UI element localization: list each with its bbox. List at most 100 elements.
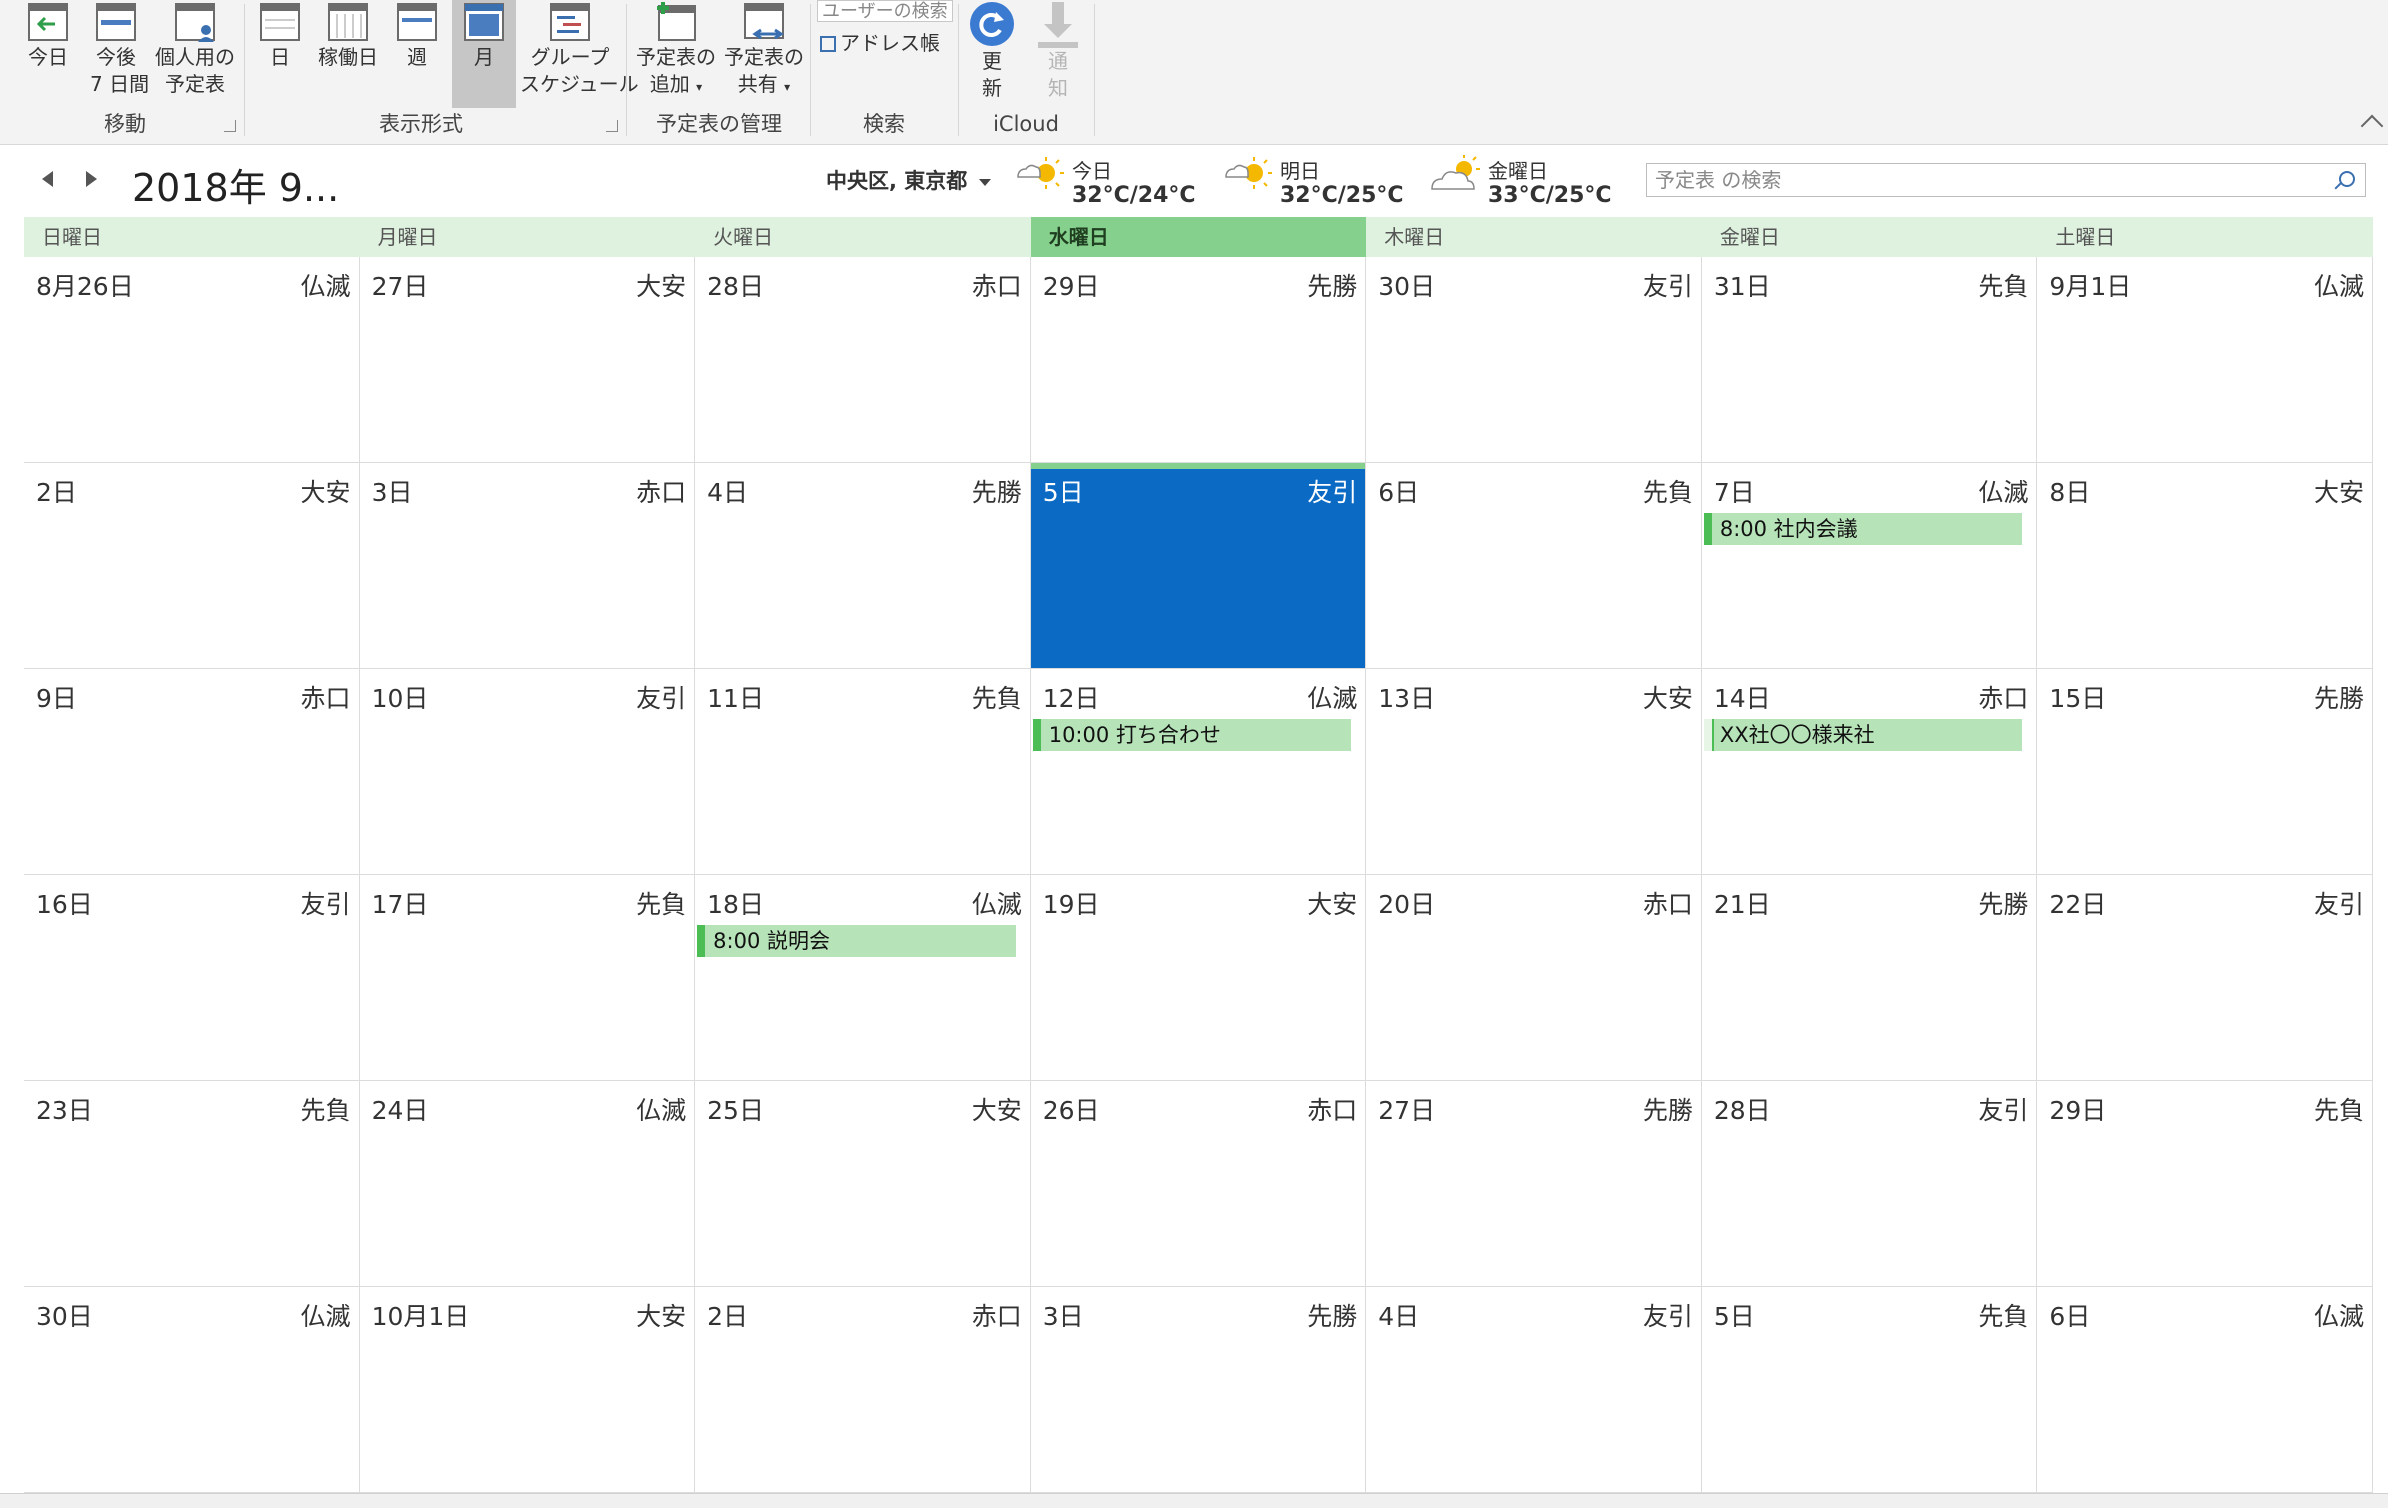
notify-button[interactable]: 通 知 (1030, 0, 1086, 102)
search-icon[interactable] (2339, 171, 2355, 187)
day-cell[interactable]: 22日 友引 (2037, 875, 2373, 1081)
rokuyo-label: 先負 (1642, 478, 1693, 507)
calendar-search-input[interactable] (1647, 164, 2297, 196)
day-cell[interactable]: 24日 仏滅 (359, 1081, 696, 1287)
day-cell[interactable]: 31日 先負 (1701, 257, 2038, 463)
add-calendar-label-2: 追加 ▾ (634, 71, 718, 101)
view-group-launcher-icon[interactable] (606, 120, 618, 132)
day-cell[interactable]: 6日 仏滅 (2037, 1287, 2373, 1493)
day-cell[interactable]: 29日 先負 (2037, 1081, 2373, 1287)
share-calendar-label-text: 共有 (737, 72, 778, 96)
day-cell[interactable]: 10日 友引 (359, 669, 696, 875)
day-cell[interactable]: 8月26日 仏滅 (24, 257, 360, 463)
day-cell[interactable]: 4日 先勝 (695, 463, 1031, 669)
weekday-header: 火曜日 (695, 217, 1031, 257)
group-label-search: 検索 (863, 112, 905, 136)
day-cell[interactable]: 15日 先勝 (2037, 669, 2373, 875)
day-number: 14日 (1713, 684, 1771, 713)
day-cell[interactable]: 19日 大安 (1030, 875, 1367, 1081)
calendar-event[interactable]: 10:00 打ち合わせ (1032, 719, 1352, 751)
day-cell[interactable]: 4日 友引 (1366, 1287, 1702, 1493)
week-view-button[interactable]: 週 (392, 0, 442, 71)
day-cell[interactable]: 27日 先勝 (1366, 1081, 1702, 1287)
day-number: 26日 (1042, 1096, 1100, 1125)
day-cell[interactable]: 27日 大安 (359, 257, 696, 463)
previous-month-icon[interactable] (42, 171, 53, 187)
refresh-button[interactable]: 更 新 (964, 0, 1020, 102)
day-number: 8日 (2049, 478, 2091, 507)
day-cell[interactable]: 2日 大安 (24, 463, 360, 669)
day-cell[interactable]: 29日 先勝 (1030, 257, 1367, 463)
day-view-label: 日 (270, 45, 290, 69)
next-month-icon[interactable] (86, 171, 97, 187)
rokuyo-label: 先勝 (1978, 890, 2029, 919)
day-cell[interactable]: 14日 赤口 XX社〇〇様来社 (1701, 669, 2038, 875)
calendar-event[interactable]: XX社〇〇様来社 (1703, 719, 2023, 751)
day-number: 3日 (1042, 1302, 1084, 1331)
calendar-search-box (1646, 163, 2366, 197)
day-number: 15日 (2049, 684, 2107, 713)
day-number: 6日 (2049, 1302, 2091, 1331)
group-schedule-label-1: グループ (530, 45, 610, 69)
month-view-button[interactable]: 月 (452, 0, 516, 108)
day-cell[interactable]: 25日 大安 (695, 1081, 1031, 1287)
location-selector[interactable]: 中央区, 東京都 (826, 165, 992, 195)
day-cell[interactable]: 30日 友引 (1366, 257, 1702, 463)
day-cell[interactable]: 28日 友引 (1701, 1081, 2038, 1287)
today-button[interactable]: 今日 (20, 0, 76, 71)
day-cell[interactable]: 5日 先負 (1701, 1287, 2038, 1493)
day-cell[interactable]: 9月1日 仏滅 (2037, 257, 2373, 463)
weather-today[interactable]: 今日 32°C/24°C (1014, 151, 1204, 211)
personal-calendar-button[interactable]: 個人用の 予定表 (154, 0, 236, 98)
day-cell[interactable]: 21日 先勝 (1701, 875, 2038, 1081)
day-cell[interactable]: 6日 先負 (1366, 463, 1702, 669)
day-cell[interactable]: 17日 先負 (359, 875, 696, 1081)
day-cell[interactable]: 18日 仏滅 8:00 説明会 (695, 875, 1031, 1081)
rokuyo-label: 赤口 (971, 1302, 1022, 1331)
day-cell[interactable]: 7日 仏滅 8:00 社内会議 (1701, 463, 2038, 669)
day-cell[interactable]: 9日 赤口 (24, 669, 360, 875)
work-week-view-button[interactable]: 稼働日 (314, 0, 382, 71)
day-cell[interactable]: 3日 赤口 (359, 463, 696, 669)
rokuyo-label: 友引 (1307, 478, 1358, 507)
personal-calendar-label-2: 予定表 (165, 72, 225, 96)
cloud-sun-icon (1431, 155, 1480, 190)
next-7-days-icon (96, 3, 136, 41)
day-cell[interactable]: 16日 友引 (24, 875, 360, 1081)
rokuyo-label: 先勝 (1307, 272, 1358, 301)
day-cell[interactable]: 2日 赤口 (695, 1287, 1031, 1493)
day-cell[interactable]: 3日 先勝 (1030, 1287, 1367, 1493)
day-cell[interactable]: 28日 赤口 (695, 257, 1031, 463)
calendar-event[interactable]: 8:00 説明会 (697, 925, 1016, 957)
day-cell[interactable]: 23日 先負 (24, 1081, 360, 1287)
day-cell[interactable]: 20日 赤口 (1366, 875, 1702, 1081)
address-book-button[interactable]: アドレス帳 (820, 30, 940, 56)
week-view-label: 週 (407, 45, 427, 69)
user-search-input[interactable]: ユーザーの検索 (817, 0, 953, 22)
share-calendar-button[interactable]: 予定表の 共有 ▾ (722, 0, 806, 101)
weekday-header: 土曜日 (2037, 217, 2373, 257)
move-group-launcher-icon[interactable] (224, 120, 236, 132)
day-cell[interactable]: 13日 大安 (1366, 669, 1702, 875)
day-number: 28日 (1713, 1096, 1771, 1125)
weekday-header: 金曜日 (1701, 217, 2038, 257)
collapse-ribbon-icon[interactable] (2360, 114, 2384, 138)
day-view-button[interactable]: 日 (256, 0, 304, 71)
weather-day-label: 金曜日 (1488, 159, 1548, 183)
day-cell[interactable]: 30日 仏滅 (24, 1287, 360, 1493)
rokuyo-label: 先負 (636, 890, 687, 919)
group-schedule-button[interactable]: グループ スケジュール (520, 0, 639, 98)
day-cell-today[interactable]: 5日 友引 (1030, 463, 1367, 669)
add-calendar-button[interactable]: 予定表の 追加 ▾ (634, 0, 718, 101)
day-cell[interactable]: 12日 仏滅 10:00 打ち合わせ (1030, 669, 1367, 875)
day-cell[interactable]: 11日 先負 (695, 669, 1031, 875)
add-calendar-icon (657, 2, 696, 41)
day-cell[interactable]: 8日 大安 (2037, 463, 2373, 669)
day-cell[interactable]: 26日 赤口 (1030, 1081, 1367, 1287)
weather-friday[interactable]: 金曜日 33°C/25°C (1430, 151, 1630, 211)
next-7-days-button[interactable]: 今後 7 日間 (90, 0, 149, 98)
day-cell[interactable]: 10月1日 大安 (359, 1287, 696, 1493)
today-label: 今日 (28, 45, 68, 69)
weather-tomorrow[interactable]: 明日 32°C/25°C (1222, 151, 1412, 211)
calendar-event[interactable]: 8:00 社内会議 (1703, 513, 2023, 545)
